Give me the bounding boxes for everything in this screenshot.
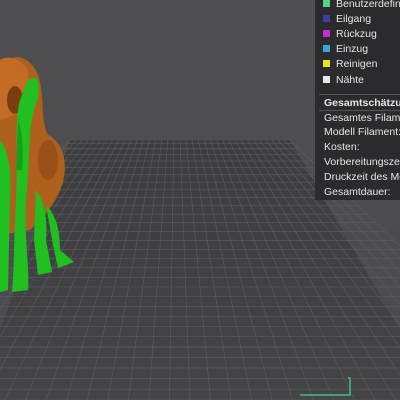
3d-viewport[interactable]: Benutzerdefiniert Eilgang Rückzug Einzug… [0,0,400,400]
legend-panel: Benutzerdefiniert Eilgang Rückzug Einzug… [315,0,400,200]
legend-item-seams[interactable]: Nähte [323,73,364,87]
swatch-seams [323,75,330,83]
legend-label: Nähte [336,74,365,87]
legend-label: Reinigen [336,58,378,71]
legend-item-travel[interactable]: Eilgang [323,12,371,26]
legend-item-custom[interactable]: Benutzerdefiniert [323,0,400,11]
legend-item-wipe[interactable]: Reinigen [323,57,377,71]
estimate-title: Gesamtschätzung [324,97,400,109]
estimate-model-print-time: Druckzeit des Modells: [324,171,400,183]
legend-item-unretract[interactable]: Einzug [323,42,368,56]
swatch-retract [323,29,330,37]
swatch-travel [323,14,330,22]
legend-label: Eilgang [336,13,372,26]
estimate-total-filament: Gesamtes Filament: [324,112,400,124]
estimate-model-filament: Modell Filament: [324,126,400,138]
legend-item-retract[interactable]: Rückzug [323,27,377,41]
legend-label: Einzug [336,43,369,56]
swatch-custom [323,0,330,7]
estimate-cost: Kosten: [324,141,360,153]
estimate-total-time: Gesamtdauer: [324,186,391,198]
swatch-unretract [323,44,330,52]
divider [319,94,400,95]
legend-label: Rückzug [336,28,377,41]
legend-label: Benutzerdefiniert [336,0,400,11]
swatch-wipe [323,59,330,67]
estimate-prepare-time: Vorbereitungszeit: [324,156,400,168]
